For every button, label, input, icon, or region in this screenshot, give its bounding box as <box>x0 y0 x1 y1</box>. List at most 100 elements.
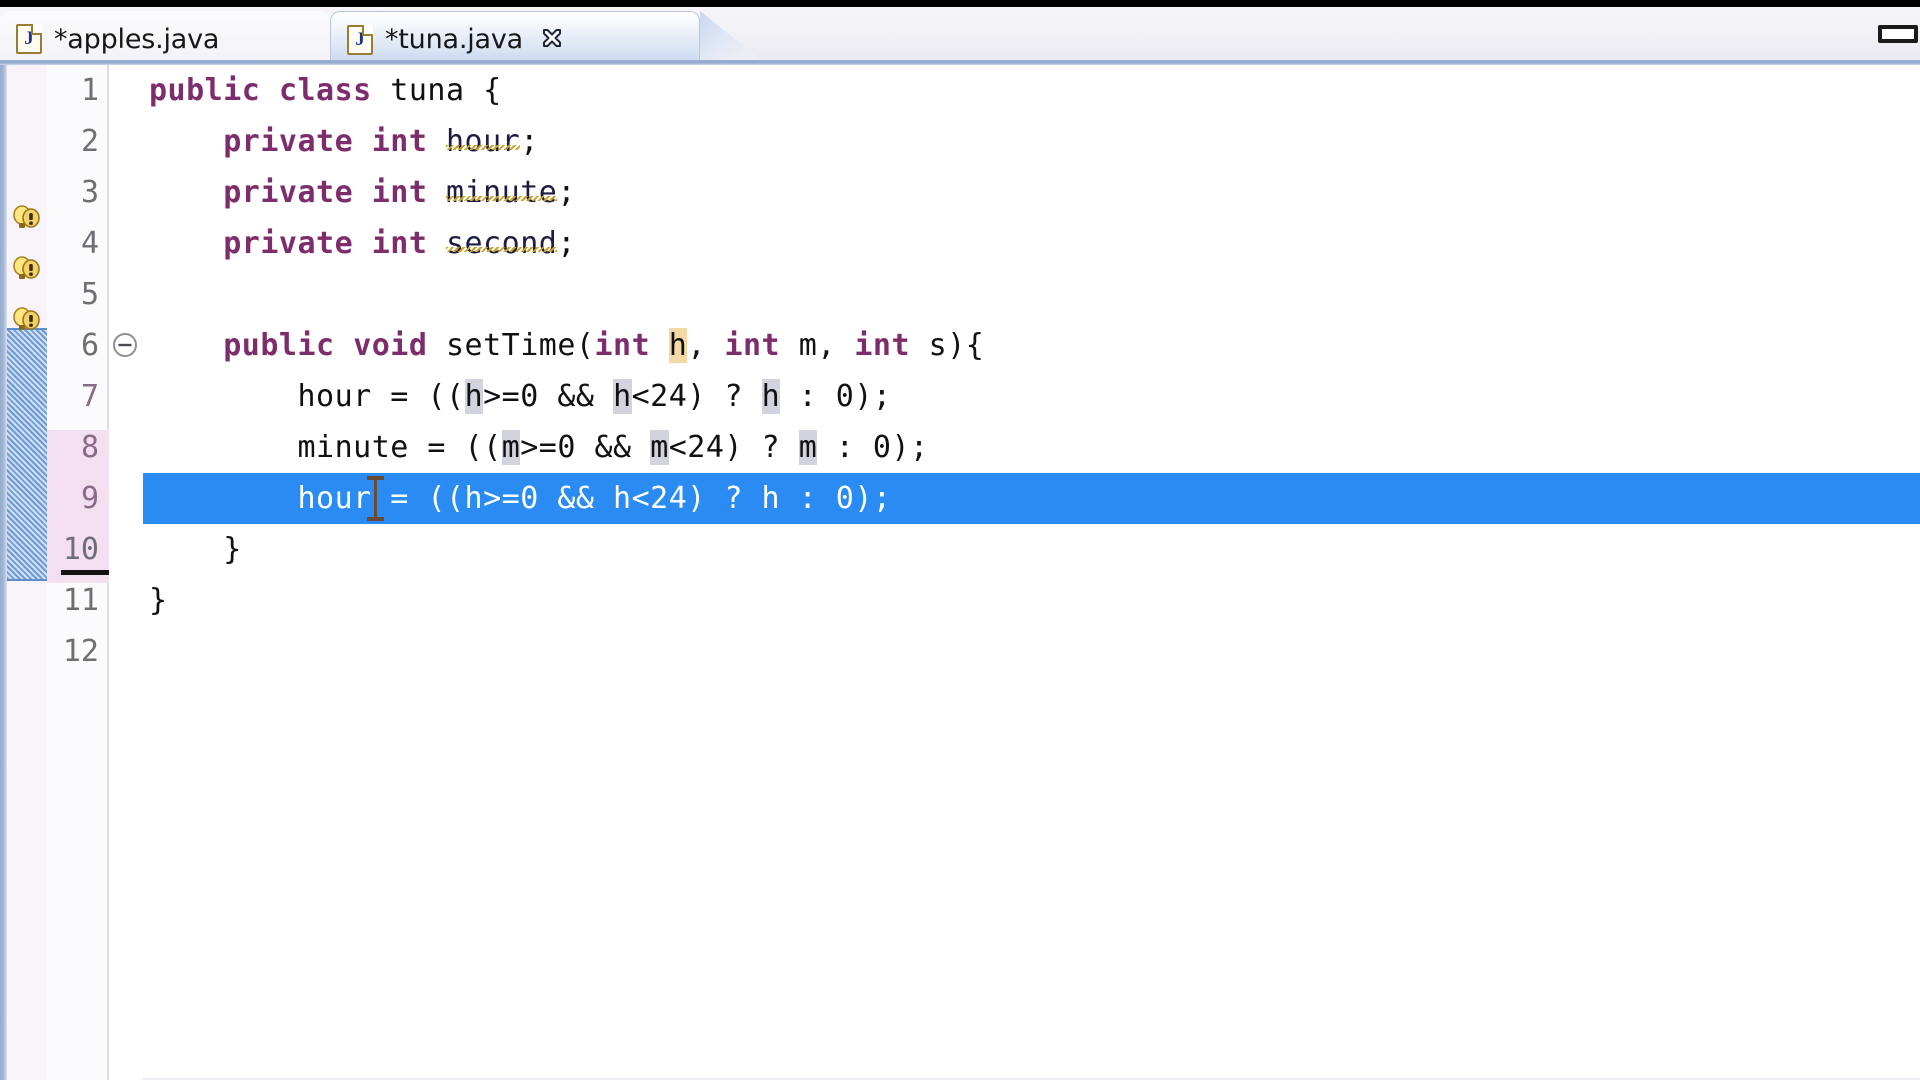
keyword-int: int <box>854 328 911 363</box>
param-s: s <box>928 328 948 363</box>
line-number: 7 <box>80 379 99 414</box>
code-line-9[interactable]: hour = ((h>=0 && h<24) ? h : 0); <box>143 473 1920 524</box>
semicolon: ; <box>557 226 576 261</box>
line-number: 12 <box>62 634 99 669</box>
folding-ruler[interactable] <box>109 65 143 1080</box>
code-line-1[interactable]: public class tuna { <box>143 65 1920 116</box>
close-icon[interactable] <box>539 27 565 53</box>
code-line-4[interactable]: private int second; <box>143 218 1920 269</box>
code-text-area[interactable]: public class tuna { private int hour; pr… <box>143 65 1920 1080</box>
code-line-11[interactable]: } <box>143 575 1920 626</box>
code-text: >=0 && <box>483 379 614 414</box>
line-number-ruler: 1 2 3 4 5 6 7 8 9 10 11 12 <box>47 65 109 1080</box>
keyword-int: int <box>371 226 428 261</box>
annotation-ruler[interactable] <box>7 65 47 1080</box>
code-text: : 0); <box>817 430 929 465</box>
line-number: 4 <box>80 226 99 261</box>
occurrence-h: h <box>464 379 484 414</box>
code-text: } <box>149 532 242 567</box>
keyword-int: int <box>724 328 781 363</box>
line-number: 8 <box>80 430 99 465</box>
keyword-public: public <box>223 328 335 363</box>
occurrence-h: h <box>761 379 781 414</box>
code-text: } <box>149 583 168 618</box>
occurrence-m: m <box>501 430 521 465</box>
keyword-int: int <box>594 328 651 363</box>
code-text: <24) ? <box>668 430 799 465</box>
param-h: h <box>668 328 688 363</box>
eclipse-editor-window: J *apples.java J *tuna.java 1 2 3 4 5 6 … <box>0 0 1920 1080</box>
tab-apples-java[interactable]: J *apples.java <box>0 11 330 67</box>
tab-slant-decoration <box>700 11 770 67</box>
line-number: 6 <box>80 328 99 363</box>
keyword-private: private <box>223 175 354 210</box>
java-file-icon: J <box>347 24 373 55</box>
line-number-underline <box>61 570 109 575</box>
field-second: second <box>446 226 558 261</box>
code-text: : 0); <box>780 379 892 414</box>
line-number: 10 <box>62 532 99 567</box>
collapse-minus-icon[interactable] <box>110 330 140 360</box>
code-line-12[interactable] <box>143 626 1920 677</box>
editor-left-border <box>0 65 7 1080</box>
keyword-public: public <box>149 73 261 108</box>
folding-region-bar[interactable] <box>7 328 47 581</box>
keyword-int: int <box>371 124 428 159</box>
assignment-minute: minute = (( <box>297 430 502 465</box>
tab-label-apples-java: *apples.java <box>54 23 220 55</box>
code-editor: 1 2 3 4 5 6 7 8 9 10 11 12 public class … <box>0 65 1920 1080</box>
tab-tuna-java[interactable]: J *tuna.java <box>330 11 700 67</box>
code-text: tuna { <box>371 73 502 108</box>
code-line-8[interactable]: minute = ((m>=0 && m<24) ? m : 0); <box>143 422 1920 473</box>
keyword-void: void <box>353 328 428 363</box>
line-number: 11 <box>62 583 99 618</box>
code-line-7[interactable]: hour = ((h>=0 && h<24) ? h : 0); <box>143 371 1920 422</box>
line-number: 9 <box>80 481 99 516</box>
code-line-5[interactable] <box>143 269 1920 320</box>
code-line-10[interactable]: } <box>143 524 1920 575</box>
quickfix-warning-icon[interactable] <box>10 306 44 336</box>
separator: , <box>687 328 725 363</box>
keyword-class: class <box>278 73 372 108</box>
line-number: 5 <box>80 277 99 312</box>
keyword-int: int <box>371 175 428 210</box>
keyword-private: private <box>223 124 354 159</box>
keyword-private: private <box>223 226 354 261</box>
window-top-strip <box>0 0 1920 7</box>
code-text: ){ <box>947 328 985 363</box>
assignment-hour: hour = (( <box>297 379 465 414</box>
field-hour: hour <box>446 124 521 159</box>
quickfix-warning-icon[interactable] <box>10 204 44 234</box>
occurrence-m: m <box>798 430 818 465</box>
line-number: 2 <box>80 124 99 159</box>
occurrence-m: m <box>650 430 669 465</box>
semicolon: ; <box>520 124 539 159</box>
code-line-3[interactable]: private int minute; <box>143 167 1920 218</box>
param-m: m <box>798 328 818 363</box>
code-text: >=0 && <box>520 430 651 465</box>
separator: , <box>817 328 855 363</box>
text-caret <box>367 476 384 521</box>
quickfix-warning-icon[interactable] <box>10 255 44 285</box>
code-line-2[interactable]: private int hour; <box>143 116 1920 167</box>
minimize-icon[interactable] <box>1874 21 1918 47</box>
line-number: 3 <box>80 175 99 210</box>
method-name-settime: setTime( <box>427 328 595 363</box>
line-number: 1 <box>80 73 99 108</box>
occurrence-h: h <box>613 379 632 414</box>
tab-label-tuna-java: *tuna.java <box>385 24 524 55</box>
field-minute: minute <box>446 175 558 210</box>
semicolon: ; <box>557 175 576 210</box>
java-file-icon: J <box>16 24 42 54</box>
code-text: <24) ? <box>631 379 762 414</box>
editor-tab-bar: J *apples.java J *tuna.java <box>0 7 1920 67</box>
code-line-6[interactable]: public void setTime(int h, int m, int s)… <box>143 320 1920 371</box>
code-text: hour = ((h>=0 && h<24) ? h : 0); <box>297 481 892 516</box>
